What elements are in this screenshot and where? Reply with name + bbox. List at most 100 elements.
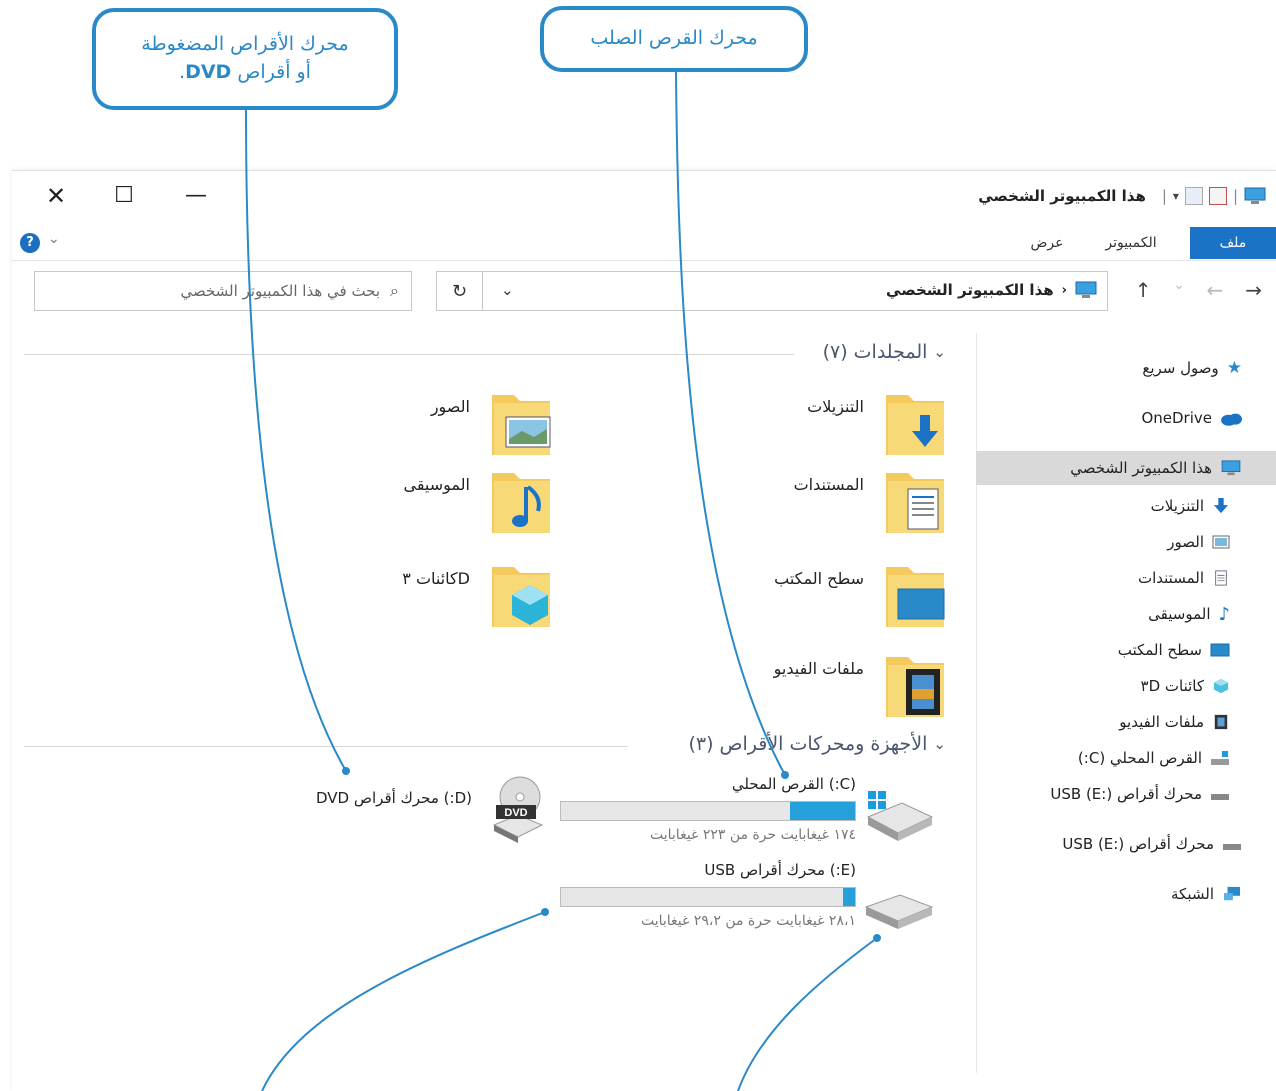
folder-documents[interactable]: المستندات (586, 465, 946, 545)
star-icon: ★ (1226, 358, 1242, 378)
drive-c[interactable]: (C:) القرص المحلي ١٧٤ غيغابايت حرة من ٢٢… (560, 775, 856, 843)
ribbon: ملف الكمبيوتر عرض ? ⌄ (12, 221, 1276, 261)
sidebar-item-network[interactable]: الشبكة (976, 877, 1276, 911)
help-icon[interactable]: ? (20, 233, 40, 253)
documents-folder-icon (886, 473, 944, 533)
sidebar-item-documents[interactable]: المستندات (976, 561, 1276, 595)
drive-usage-fill (790, 802, 855, 820)
chevron-down-icon[interactable]: ⌄ (933, 343, 946, 361)
dvd-callout-prefix: أو أقراص (237, 61, 311, 83)
sidebar-item-label: القرص المحلي (C:) (1077, 749, 1202, 767)
dvd-drive-icon: DVD (492, 776, 544, 843)
sidebar-item-usb-drive[interactable]: محرك أقراص USB (E:) (976, 777, 1276, 811)
computer-icon (1221, 460, 1241, 476)
chevron-down-icon[interactable]: ⌄ (48, 231, 60, 247)
maximize-button[interactable]: ☐ (104, 181, 144, 211)
recent-chevron-icon[interactable]: ⌄ (1174, 278, 1185, 302)
section-divider (24, 746, 628, 747)
sidebar-item-label: OneDrive (1141, 409, 1212, 427)
tab-view[interactable]: عرض (1022, 227, 1072, 259)
file-explorer-window: ✕ ☐ — هذا الكمبيوتر الشخصي | ▾ | ملف الك… (12, 170, 1276, 1091)
sidebar-item-quick-access[interactable]: ★ وصول سريع (976, 351, 1276, 385)
folder-music[interactable]: الموسيقى (192, 465, 552, 545)
sidebar-item-3d-objects[interactable]: كائنات ٣D (976, 669, 1276, 703)
pictures-folder-icon (492, 395, 551, 455)
properties-icon[interactable] (1208, 187, 1227, 205)
new-folder-icon[interactable] (1184, 187, 1203, 205)
sidebar-item-label: الصور (1167, 533, 1204, 551)
3d-objects-folder-icon (492, 567, 550, 627)
title-area: هذا الكمبيوتر الشخصي | ▾ | (978, 183, 1266, 209)
breadcrumb-item[interactable]: هذا الكمبيوتر الشخصي (886, 281, 1054, 299)
folder-label: المستندات (793, 475, 864, 494)
usb-drive-icon (1211, 794, 1229, 800)
sidebar-item-pictures[interactable]: الصور (976, 525, 1276, 559)
folder-label: الموسيقى (403, 475, 471, 494)
hard-drive-callout: محرك القرص الصلب (540, 6, 808, 72)
sidebar-item-this-pc[interactable]: هذا الكمبيوتر الشخصي (976, 451, 1276, 485)
separator: | (1161, 187, 1167, 205)
search-input[interactable]: ⌕ بحث في هذا الكمبيوتر الشخصي (34, 271, 412, 311)
sidebar-item-label: المستندات (1137, 569, 1204, 587)
folder-pictures[interactable]: الصور (192, 387, 552, 467)
usb-drive-icon (864, 894, 934, 929)
drive-usage-bar (560, 887, 856, 907)
folder-3d-objects[interactable]: Dكائنات ٣ (192, 559, 552, 639)
cloud-icon (1221, 413, 1242, 426)
documents-icon (1215, 570, 1227, 586)
sidebar-item-desktop[interactable]: سطح المكتب (976, 633, 1276, 667)
sidebar-item-videos[interactable]: ملفات الفيديو (976, 705, 1276, 739)
drive-d[interactable]: (D:) محرك أقراص DVD (272, 789, 472, 815)
close-button[interactable]: ✕ (36, 181, 76, 211)
address-bar[interactable]: ⌄ هذا الكمبيوتر الشخصي › (482, 271, 1108, 311)
music-folder-icon (492, 473, 550, 533)
folder-videos[interactable]: ملفات الفيديو (586, 649, 946, 729)
breadcrumb: هذا الكمبيوتر الشخصي › (886, 281, 1097, 299)
computer-icon (1075, 281, 1097, 298)
drive-e[interactable]: (E:) محرك أقراص USB ٢٨،١ غيغابايت حرة من… (560, 861, 856, 929)
sidebar-item-label: كائنات ٣D (1140, 677, 1204, 695)
sidebar-item-label: وصول سريع (1142, 359, 1219, 377)
dvd-callout-line1: محرك الأقراص المضغوطة (141, 33, 349, 56)
computer-icon (1244, 187, 1266, 204)
up-arrow-icon[interactable]: ↑ (1135, 278, 1152, 302)
title-bar: ✕ ☐ — هذا الكمبيوتر الشخصي | ▾ | (12, 171, 1276, 221)
dvd-callout-line2: أو أقراص DVD. (179, 59, 311, 87)
sidebar-item-label: ملفات الفيديو (1119, 713, 1204, 731)
chevron-right-icon[interactable]: › (1062, 283, 1067, 298)
folder-downloads[interactable]: التنزيلات (586, 387, 946, 467)
drive-usage-bar (560, 801, 856, 821)
drive-usage-fill (843, 888, 855, 906)
tab-computer[interactable]: الكمبيوتر (1096, 227, 1166, 259)
folder-desktop[interactable]: سطح المكتب (586, 559, 946, 639)
forward-arrow-icon[interactable]: → (1245, 278, 1262, 302)
folder-label: التنزيلات (807, 397, 864, 416)
dropdown-icon[interactable]: ▾ (1173, 189, 1179, 203)
sidebar-item-downloads[interactable]: التنزيلات (976, 489, 1276, 523)
sidebar-item-local-disk[interactable]: القرص المحلي (C:) (976, 741, 1276, 775)
sidebar-item-music[interactable]: ♪ الموسيقى (976, 597, 1276, 631)
search-placeholder: بحث في هذا الكمبيوتر الشخصي (180, 282, 381, 300)
3d-objects-icon (1213, 678, 1229, 694)
back-arrow-icon[interactable]: ← (1206, 278, 1223, 302)
drive-free-space: ٢٨،١ غيغابايت حرة من ٢٩،٢ غيغابايت (640, 913, 856, 929)
sidebar-item-label: هذا الكمبيوتر الشخصي (1070, 459, 1212, 477)
desktop-folder-icon (886, 567, 945, 627)
minimize-button[interactable]: — (176, 181, 216, 211)
refresh-button[interactable]: ↻ (436, 271, 482, 311)
folders-section-header[interactable]: ⌄ المجلدات (٧) (823, 341, 946, 363)
address-history-icon[interactable]: ⌄ (501, 281, 514, 299)
network-icon (1224, 886, 1240, 901)
navigation-pane: ★ وصول سريع OneDrive هذا الكمبيوتر الشخص… (976, 333, 1276, 1073)
sidebar-item-onedrive[interactable]: OneDrive (976, 401, 1276, 435)
folder-label: الصور (430, 397, 470, 416)
svg-text:DVD: DVD (504, 807, 527, 819)
sidebar-item-usb-drive-root[interactable]: محرك أقراص USB (E:) (976, 827, 1276, 861)
sidebar-item-label: الموسيقى (1148, 605, 1211, 623)
tab-file[interactable]: ملف (1190, 227, 1276, 259)
desktop-icon (1210, 643, 1230, 657)
devices-section-header[interactable]: ⌄ الأجهزة ومحركات الأقراص (٣) (688, 733, 946, 755)
drive-free-space: ١٧٤ غيغابايت حرة من ٢٢٣ غيغابايت (650, 827, 856, 843)
devices-section-title: الأجهزة ومحركات الأقراص (٣) (688, 733, 928, 755)
chevron-down-icon[interactable]: ⌄ (933, 735, 946, 753)
